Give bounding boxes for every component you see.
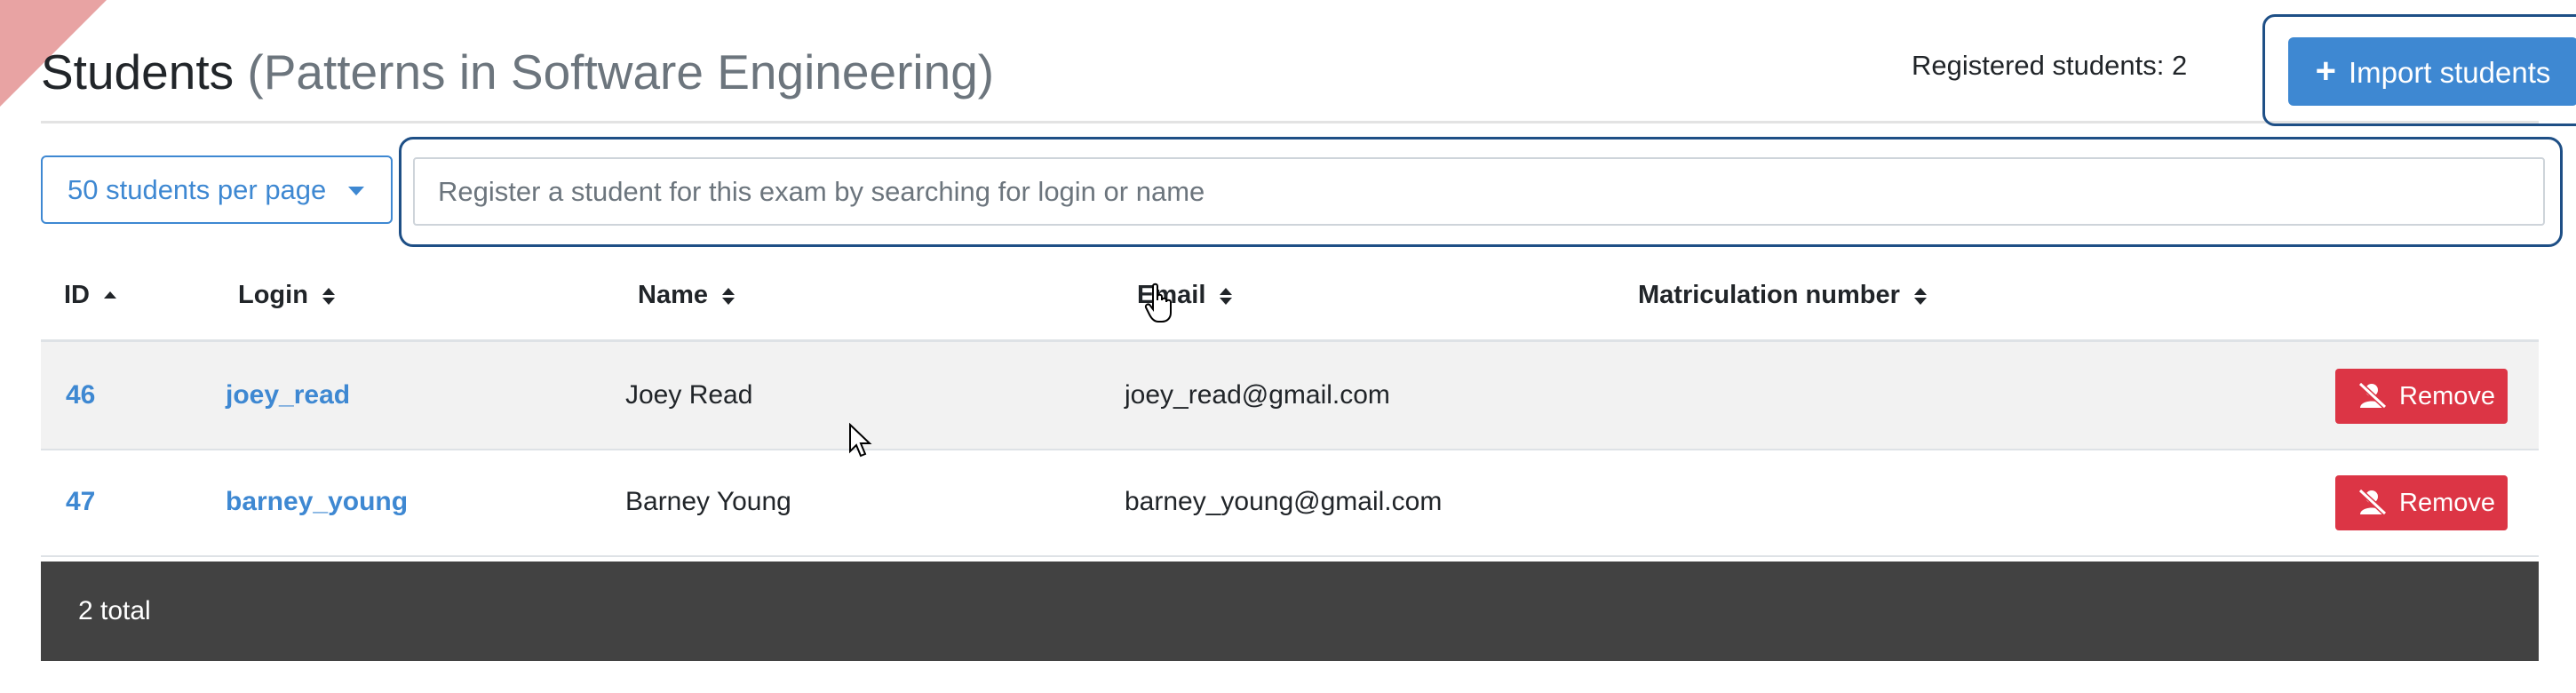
table-row: 46 joey_read Joey Read joey_read@gmail.c…	[41, 342, 2539, 450]
student-name: Barney Young	[625, 487, 791, 516]
import-students-button[interactable]: + Import students	[2288, 37, 2576, 106]
remove-label: Remove	[2399, 382, 2495, 410]
sort-icon	[722, 287, 735, 305]
column-header-name[interactable]: Name	[638, 277, 735, 313]
column-header-id[interactable]: ID	[64, 277, 117, 313]
sort-icon	[1220, 287, 1233, 305]
column-header-login[interactable]: Login	[238, 277, 335, 313]
sort-asc-icon	[104, 291, 117, 301]
table-footer: 2 total	[41, 562, 2539, 661]
page-title: Students (Patterns in Software Engineeri…	[41, 41, 994, 103]
student-name: Joey Read	[625, 380, 753, 410]
caret-down-icon	[348, 187, 364, 195]
remove-label: Remove	[2399, 489, 2495, 517]
student-login-link[interactable]: barney_young	[226, 449, 408, 555]
table-row: 47 barney_young Barney Young barney_youn…	[41, 449, 2539, 557]
page-title-course: (Patterns in Software Engineering)	[247, 44, 995, 100]
table-header: ID Login Name Email Matriculation number	[41, 258, 2539, 342]
hand-cursor-icon	[1144, 283, 1172, 323]
student-email: joey_read@gmail.com	[1125, 380, 1390, 410]
import-button-focus-ring: + Import students	[2262, 14, 2576, 126]
student-id-link[interactable]: 46	[66, 342, 95, 449]
sort-icon	[1913, 287, 1927, 305]
search-focus-ring	[399, 137, 2563, 247]
arrow-cursor-icon	[849, 423, 872, 458]
page-title-main: Students	[41, 44, 235, 100]
register-student-search-input[interactable]	[413, 157, 2545, 226]
registered-students-count: Registered students: 2	[1912, 50, 2188, 81]
student-login-link[interactable]: joey_read	[226, 342, 350, 449]
plus-icon: +	[2315, 52, 2336, 91]
page-header: Students (Patterns in Software Engineeri…	[41, 14, 2576, 126]
import-students-label: Import students	[2348, 56, 2551, 89]
total-count: 2 total	[78, 596, 151, 625]
user-remove-icon	[2357, 382, 2388, 410]
sort-icon	[322, 287, 335, 305]
student-email: barney_young@gmail.com	[1125, 487, 1443, 516]
student-id-link[interactable]: 47	[66, 449, 95, 555]
user-remove-icon	[2357, 489, 2388, 516]
remove-student-button[interactable]: Remove	[2335, 369, 2508, 424]
remove-student-button[interactable]: Remove	[2335, 475, 2508, 530]
column-header-matriculation-number[interactable]: Matriculation number	[1638, 277, 1927, 313]
students-per-page-dropdown[interactable]: 50 students per page	[41, 155, 393, 224]
per-page-label: 50 students per page	[68, 174, 327, 205]
